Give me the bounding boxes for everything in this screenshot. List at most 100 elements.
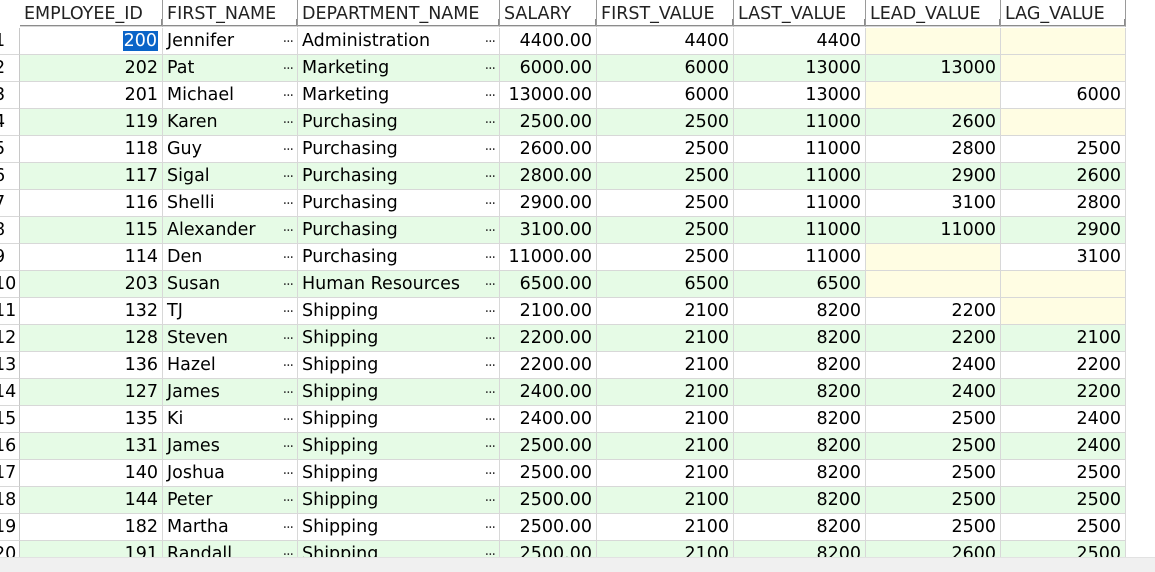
- cell-lead-value[interactable]: 2500: [866, 514, 1001, 541]
- cell-employee-id[interactable]: 128: [20, 325, 163, 352]
- cell-expand-button[interactable]: ...: [283, 217, 294, 237]
- row-number[interactable]: 5: [0, 136, 20, 163]
- cell-salary[interactable]: 2200.00: [500, 325, 597, 352]
- cell-first-name[interactable]: Jennifer...: [163, 28, 298, 55]
- table-row[interactable]: 6117Sigal...Purchasing...2800.0025001100…: [0, 163, 1126, 190]
- cell-expand-button[interactable]: ...: [485, 514, 496, 534]
- table-row[interactable]: 13136Hazel...Shipping...2200.00210082002…: [0, 352, 1126, 379]
- cell-first-name[interactable]: Martha...: [163, 514, 298, 541]
- cell-expand-button[interactable]: ...: [485, 271, 496, 291]
- cell-lag-value[interactable]: 2500: [1001, 514, 1126, 541]
- cell-salary[interactable]: 13000.00: [500, 82, 597, 109]
- row-number[interactable]: 3: [0, 82, 20, 109]
- cell-expand-button[interactable]: ...: [485, 109, 496, 129]
- column-header-department-name[interactable]: DEPARTMENT_NAME: [298, 0, 500, 27]
- cell-department-name[interactable]: Shipping...: [298, 433, 500, 460]
- cell-first-value[interactable]: 2500: [597, 136, 734, 163]
- cell-salary[interactable]: 6500.00: [500, 271, 597, 298]
- cell-last-value[interactable]: 13000: [734, 82, 866, 109]
- cell-employee-id[interactable]: 132: [20, 298, 163, 325]
- cell-lag-value[interactable]: 2400: [1001, 433, 1126, 460]
- cell-lag-value[interactable]: 2500: [1001, 487, 1126, 514]
- cell-lag-value[interactable]: 2200: [1001, 352, 1126, 379]
- cell-lag-value[interactable]: [1001, 298, 1126, 325]
- cell-department-name[interactable]: Marketing...: [298, 82, 500, 109]
- table-row[interactable]: 14127James...Shipping...2400.00210082002…: [0, 379, 1126, 406]
- cell-first-value[interactable]: 2100: [597, 487, 734, 514]
- cell-employee-id[interactable]: 202: [20, 55, 163, 82]
- row-number[interactable]: 19: [0, 514, 20, 541]
- cell-first-value[interactable]: 2500: [597, 217, 734, 244]
- cell-expand-button[interactable]: ...: [283, 433, 294, 453]
- cell-first-value[interactable]: 2100: [597, 379, 734, 406]
- cell-first-value[interactable]: 2100: [597, 460, 734, 487]
- cell-expand-button[interactable]: ...: [283, 487, 294, 507]
- cell-expand-button[interactable]: ...: [485, 190, 496, 210]
- cell-department-name[interactable]: Purchasing...: [298, 109, 500, 136]
- cell-first-name[interactable]: Susan...: [163, 271, 298, 298]
- cell-expand-button[interactable]: ...: [283, 163, 294, 183]
- cell-lag-value[interactable]: 3100: [1001, 244, 1126, 271]
- column-header-salary[interactable]: SALARY: [500, 0, 597, 27]
- cell-first-name[interactable]: Michael...: [163, 82, 298, 109]
- cell-last-value[interactable]: 8200: [734, 379, 866, 406]
- cell-department-name[interactable]: Human Resources...: [298, 271, 500, 298]
- row-number[interactable]: 18: [0, 487, 20, 514]
- cell-expand-button[interactable]: ...: [283, 352, 294, 372]
- cell-employee-id[interactable]: 116: [20, 190, 163, 217]
- table-row[interactable]: 16131James...Shipping...2500.00210082002…: [0, 433, 1126, 460]
- cell-salary[interactable]: 2500.00: [500, 109, 597, 136]
- cell-salary[interactable]: 2400.00: [500, 379, 597, 406]
- cell-first-value[interactable]: 6000: [597, 82, 734, 109]
- row-number[interactable]: 14: [0, 379, 20, 406]
- cell-lead-value[interactable]: 2900: [866, 163, 1001, 190]
- table-row[interactable]: 18144Peter...Shipping...2500.00210082002…: [0, 487, 1126, 514]
- table-row[interactable]: 5118Guy...Purchasing...2600.002500110002…: [0, 136, 1126, 163]
- cell-first-name[interactable]: Alexander...: [163, 217, 298, 244]
- cell-salary[interactable]: 2800.00: [500, 163, 597, 190]
- cell-expand-button[interactable]: ...: [485, 379, 496, 399]
- cell-expand-button[interactable]: ...: [485, 55, 496, 75]
- cell-lead-value[interactable]: 2500: [866, 406, 1001, 433]
- cell-first-name[interactable]: Den...: [163, 244, 298, 271]
- horizontal-scrollbar[interactable]: [0, 557, 1155, 572]
- table-row[interactable]: 9114Den...Purchasing...11000.00250011000…: [0, 244, 1126, 271]
- cell-lag-value[interactable]: 2900: [1001, 217, 1126, 244]
- table-row[interactable]: 2202Pat...Marketing...6000.0060001300013…: [0, 55, 1126, 82]
- cell-expand-button[interactable]: ...: [283, 244, 294, 264]
- cell-last-value[interactable]: 11000: [734, 217, 866, 244]
- cell-lag-value[interactable]: 6000: [1001, 82, 1126, 109]
- cell-expand-button[interactable]: ...: [485, 136, 496, 156]
- column-header-employee-id[interactable]: EMPLOYEE_ID: [20, 0, 163, 27]
- column-header-first-value[interactable]: FIRST_VALUE: [597, 0, 734, 27]
- row-number[interactable]: 2: [0, 55, 20, 82]
- cell-lag-value[interactable]: [1001, 55, 1126, 82]
- table-row[interactable]: 17140Joshua...Shipping...2500.0021008200…: [0, 460, 1126, 487]
- cell-first-value[interactable]: 2100: [597, 406, 734, 433]
- table-row[interactable]: 7116Shelli...Purchasing...2900.002500110…: [0, 190, 1126, 217]
- cell-department-name[interactable]: Purchasing...: [298, 190, 500, 217]
- cell-first-name[interactable]: Pat...: [163, 55, 298, 82]
- table-row[interactable]: 12128Steven...Shipping...2200.0021008200…: [0, 325, 1126, 352]
- cell-expand-button[interactable]: ...: [283, 406, 294, 426]
- table-row[interactable]: 11132TJ...Shipping...2100.00210082002200: [0, 298, 1126, 325]
- cell-last-value[interactable]: 13000: [734, 55, 866, 82]
- cell-first-value[interactable]: 2500: [597, 109, 734, 136]
- cell-expand-button[interactable]: ...: [283, 514, 294, 534]
- cell-first-name[interactable]: Peter...: [163, 487, 298, 514]
- row-number[interactable]: 17: [0, 460, 20, 487]
- cell-department-name[interactable]: Shipping...: [298, 514, 500, 541]
- cell-department-name[interactable]: Shipping...: [298, 487, 500, 514]
- cell-first-name[interactable]: James...: [163, 379, 298, 406]
- cell-lead-value[interactable]: 2400: [866, 379, 1001, 406]
- cell-last-value[interactable]: 11000: [734, 190, 866, 217]
- cell-last-value[interactable]: 6500: [734, 271, 866, 298]
- cell-lag-value[interactable]: 2100: [1001, 325, 1126, 352]
- cell-first-name[interactable]: Karen...: [163, 109, 298, 136]
- cell-first-name[interactable]: Joshua...: [163, 460, 298, 487]
- cell-lead-value[interactable]: 13000: [866, 55, 1001, 82]
- row-number[interactable]: 15: [0, 406, 20, 433]
- row-number[interactable]: 11: [0, 298, 20, 325]
- table-row[interactable]: 3201Michael...Marketing...13000.00600013…: [0, 82, 1126, 109]
- cell-employee-id[interactable]: 118: [20, 136, 163, 163]
